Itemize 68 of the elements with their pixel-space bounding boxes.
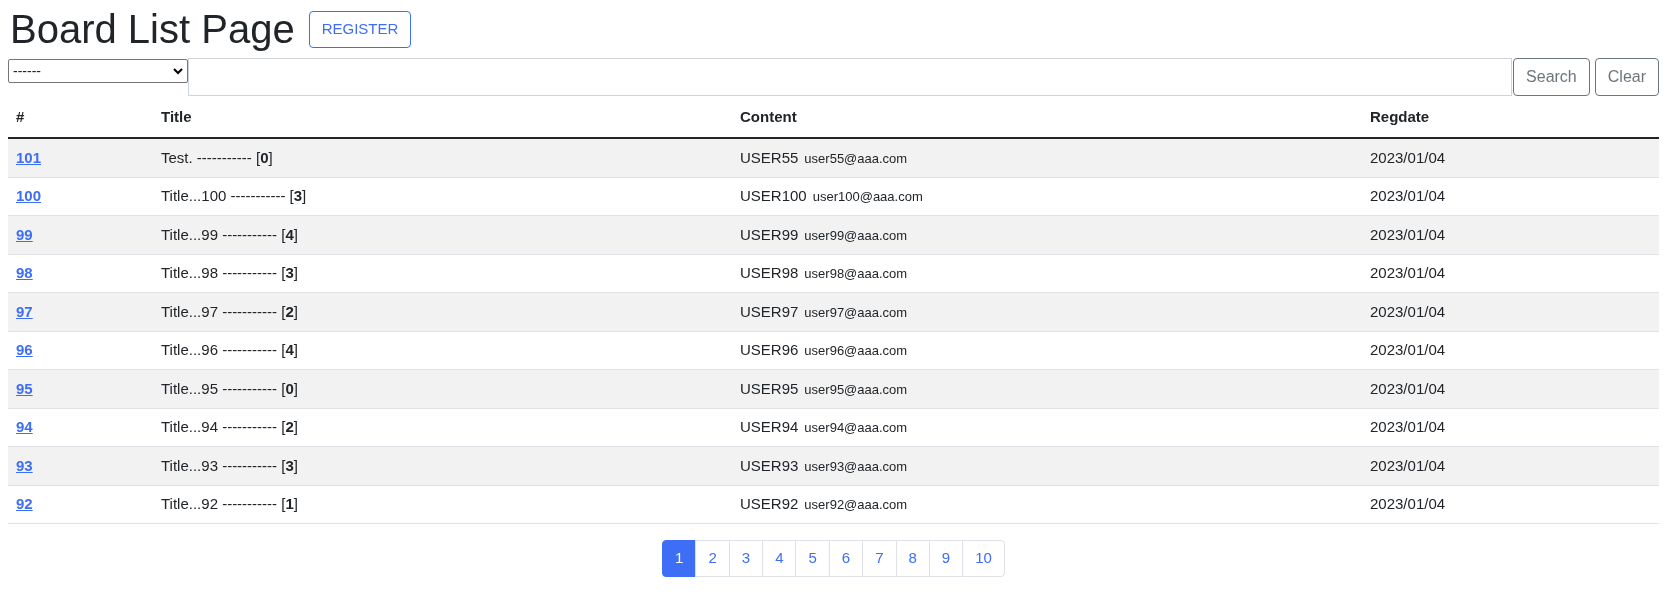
- register-button[interactable]: REGISTER: [308, 10, 412, 48]
- regdate: 2023/01/04: [1370, 341, 1446, 358]
- writer-name: USER94: [740, 417, 799, 437]
- post-number-link[interactable]: 100: [16, 187, 42, 204]
- column-header: Regdate: [1370, 108, 1430, 126]
- page-link[interactable]: 1: [662, 540, 697, 577]
- post-title: Title...96 ----------- [4]: [161, 341, 298, 358]
- writer-email: user92@aaa.com: [804, 496, 908, 514]
- regdate: 2023/01/04: [1370, 379, 1446, 397]
- post-title: Test. ----------- [0]: [161, 148, 273, 166]
- post-number-link[interactable]: 94: [16, 418, 33, 435]
- search-button[interactable]: Search: [1513, 58, 1590, 96]
- column-header: #: [16, 108, 25, 126]
- post-number-link[interactable]: 95: [16, 379, 33, 397]
- writer-email: user96@aaa.com: [804, 342, 908, 360]
- writer-name: USER55: [740, 147, 799, 168]
- regdate: 2023/01/04: [1370, 418, 1446, 435]
- page-link[interactable]: 7: [862, 540, 897, 577]
- writer-email: user93@aaa.com: [804, 457, 908, 476]
- writer-name: USER95: [740, 378, 799, 399]
- column-header: Title: [161, 108, 192, 126]
- writer-email: user98@aaa.com: [804, 265, 908, 283]
- page-title: Board List Page: [10, 9, 295, 49]
- column-header: Content: [740, 108, 797, 126]
- post-number-link[interactable]: 93: [16, 456, 33, 474]
- post-title: Title...92 ----------- [1]: [161, 495, 298, 512]
- post-number-link[interactable]: 96: [16, 341, 33, 358]
- keyword-input[interactable]: [188, 58, 1513, 96]
- clear-button[interactable]: Clear: [1594, 58, 1659, 96]
- writer-name: USER100: [740, 186, 807, 206]
- regdate: 2023/01/04: [1370, 225, 1446, 243]
- writer-name: USER98: [740, 263, 799, 283]
- post-title: Title...95 ----------- [0]: [161, 379, 298, 397]
- post-number-link[interactable]: 98: [16, 264, 33, 281]
- regdate: 2023/01/04: [1370, 148, 1446, 166]
- post-number-link[interactable]: 97: [16, 302, 33, 320]
- writer-name: USER93: [740, 455, 799, 476]
- writer-name: USER97: [740, 301, 799, 322]
- regdate: 2023/01/04: [1370, 187, 1446, 204]
- post-title: Title...93 ----------- [3]: [161, 456, 298, 474]
- page-link[interactable]: 10: [962, 540, 1005, 577]
- writer-email: user55@aaa.com: [804, 149, 908, 168]
- page-link[interactable]: 4: [762, 540, 797, 577]
- post-number-link[interactable]: 99: [16, 225, 33, 243]
- writer-name: USER92: [740, 494, 799, 514]
- chevron-down-icon: [173, 67, 183, 75]
- page-link[interactable]: 8: [895, 540, 930, 577]
- post-title: Title...98 ----------- [3]: [161, 264, 298, 281]
- writer-name: USER99: [740, 224, 799, 245]
- post-title: Title...99 ----------- [4]: [161, 225, 298, 243]
- post-title: Title...97 ----------- [2]: [161, 302, 298, 320]
- post-title: Title...94 ----------- [2]: [161, 418, 298, 435]
- writer-email: user97@aaa.com: [804, 303, 908, 322]
- regdate: 2023/01/04: [1370, 264, 1446, 281]
- post-title: Title...100 ----------- [3]: [161, 187, 307, 204]
- post-number-link[interactable]: 101: [16, 148, 42, 166]
- page-link[interactable]: 2: [695, 540, 730, 577]
- writer-email: user99@aaa.com: [804, 226, 908, 245]
- regdate: 2023/01/04: [1370, 302, 1446, 320]
- page-link[interactable]: 5: [795, 540, 830, 577]
- regdate: 2023/01/04: [1370, 456, 1446, 474]
- writer-name: USER96: [740, 340, 799, 360]
- post-number-link[interactable]: 92: [16, 495, 33, 512]
- writer-email: user95@aaa.com: [804, 380, 908, 399]
- writer-email: user100@aaa.com: [812, 188, 923, 206]
- regdate: 2023/01/04: [1370, 495, 1446, 512]
- writer-email: user94@aaa.com: [804, 419, 908, 437]
- type-select[interactable]: ------: [8, 59, 188, 83]
